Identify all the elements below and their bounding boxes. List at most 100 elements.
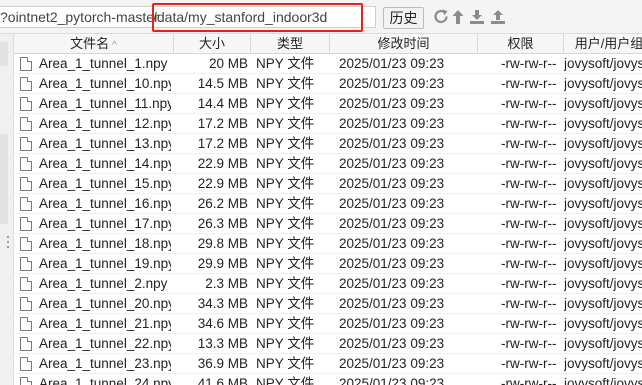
refresh-icon[interactable] [432,8,450,26]
panel-resize-grip[interactable] [6,236,10,252]
table-row[interactable]: Area_1_tunnel_16.npy 26.2 MB NPY 文件 2025… [14,194,642,214]
file-type: NPY 文件 [256,176,315,191]
table-row[interactable]: Area_1_tunnel_20.npy 34.3 MB NPY 文件 2025… [14,294,642,314]
history-button[interactable]: 历史 [383,7,424,29]
file-type: NPY 文件 [256,296,315,311]
file-icon [20,137,32,151]
file-owner: jovysoft/jovysoft [564,136,642,151]
table-row[interactable]: Area_1_tunnel_13.npy 17.2 MB NPY 文件 2025… [14,134,642,154]
file-size: 36.9 MB [197,356,248,371]
column-header-permissions[interactable]: 权限 [478,34,564,54]
file-size: 22.9 MB [197,156,248,171]
download-tray-icon[interactable] [468,8,486,26]
file-size: 34.3 MB [197,296,248,311]
path-prefix-text: ?ointnet2_pytorch-master [0,9,159,25]
file-modified: 2025/01/23 09:23 [339,316,445,331]
file-owner: jovysoft/jovysoft [564,156,642,171]
file-modified: 2025/01/23 09:23 [339,76,445,91]
file-size: 20 MB [208,56,248,71]
file-table: 文件名 ^ 大小 类型 修改时间 权限 用户/用户组 Area_1_tunnel_… [14,34,642,385]
file-size: 29.9 MB [197,256,248,271]
file-owner: jovysoft/jovysoft [564,336,642,351]
table-row[interactable]: Area_1_tunnel_17.npy 26.3 MB NPY 文件 2025… [14,214,642,234]
column-header-modified[interactable]: 修改时间 [330,34,478,54]
file-icon [20,317,32,331]
file-name: Area_1_tunnel_2.npy [39,276,168,291]
file-owner: jovysoft/jovysoft [564,76,642,91]
file-icon [20,117,32,131]
file-type: NPY 文件 [256,76,315,91]
file-modified: 2025/01/23 09:23 [339,96,445,111]
file-name: Area_1_tunnel_21.npy [39,316,171,331]
file-modified: 2025/01/23 09:23 [339,216,445,231]
table-row[interactable]: Area_1_tunnel_14.npy 22.9 MB NPY 文件 2025… [14,154,642,174]
file-modified: 2025/01/23 09:23 [339,336,445,351]
file-type: NPY 文件 [256,256,315,271]
file-type: NPY 文件 [256,356,315,371]
file-size: 17.2 MB [197,116,248,131]
file-icon [20,197,32,211]
file-icon [20,217,32,231]
file-name: Area_1_tunnel_19.npy [39,256,171,271]
file-modified: 2025/01/23 09:23 [339,156,445,171]
file-name: Area_1_tunnel_10.npy [39,76,171,91]
file-name: Area_1_tunnel_11.npy [39,96,171,111]
file-owner: jovysoft/jovysoft [564,356,642,371]
file-owner: jovysoft/jovysoft [564,316,642,331]
table-row[interactable]: Area_1_tunnel_2.npy 2.3 MB NPY 文件 2025/0… [14,274,642,294]
panel-edge-segment [0,134,8,224]
file-size: 17.2 MB [197,136,248,151]
file-owner: jovysoft/jovysoft [564,116,642,131]
table-row[interactable]: Area_1_tunnel_15.npy 22.9 MB NPY 文件 2025… [14,174,642,194]
file-size: 14.5 MB [197,76,248,91]
file-modified: 2025/01/23 09:23 [339,116,445,131]
column-header-type[interactable]: 类型 [251,34,330,54]
file-modified: 2025/01/23 09:23 [339,176,445,191]
file-modified: 2025/01/23 09:23 [339,376,445,385]
path-highlight-annotation [152,3,363,32]
file-modified: 2025/01/23 09:23 [339,296,445,311]
column-header-owner[interactable]: 用户/用户组 [564,34,642,54]
table-row[interactable]: Area_1_tunnel_1.npy 20 MB NPY 文件 2025/01… [14,54,642,74]
file-modified: 2025/01/23 09:23 [339,196,445,211]
table-row[interactable]: Area_1_tunnel_23.npy 36.9 MB NPY 文件 2025… [14,354,642,374]
table-row[interactable]: Area_1_tunnel_19.npy 29.9 MB NPY 文件 2025… [14,254,642,274]
file-modified: 2025/01/23 09:23 [339,236,445,251]
file-icon [20,297,32,311]
file-icon [20,177,32,191]
file-name: Area_1_tunnel_22.npy [39,336,171,351]
file-name: Area_1_tunnel_16.npy [39,196,171,211]
column-header-name[interactable]: 文件名 ^ [14,34,174,54]
column-header-size[interactable]: 大小 [174,34,251,54]
file-size: 34.6 MB [197,316,248,331]
file-name: Area_1_tunnel_12.npy [39,116,171,131]
upload-arrow-icon[interactable] [451,8,465,26]
file-type: NPY 文件 [256,136,315,151]
file-name: Area_1_tunnel_20.npy [39,296,171,311]
file-name: Area_1_tunnel_23.npy [39,356,171,371]
file-icon [20,237,32,251]
file-modified: 2025/01/23 09:23 [339,136,445,151]
file-owner: jovysoft/jovysoft [564,256,642,271]
table-row[interactable]: Area_1_tunnel_18.npy 29.8 MB NPY 文件 2025… [14,234,642,254]
file-name: Area_1_tunnel_24.npy [39,376,171,385]
file-size: 29.8 MB [197,236,248,251]
file-owner: jovysoft/jovysoft [564,276,642,291]
file-type: NPY 文件 [256,276,315,291]
file-type: NPY 文件 [256,196,315,211]
file-name: Area_1_tunnel_17.npy [39,216,171,231]
table-row[interactable]: Area_1_tunnel_24.npy 41.6 MB NPY 文件 2025… [14,374,642,385]
upload-tray-icon[interactable] [489,8,507,26]
table-row[interactable]: Area_1_tunnel_21.npy 34.6 MB NPY 文件 2025… [14,314,642,334]
table-row[interactable]: Area_1_tunnel_10.npy 14.5 MB NPY 文件 2025… [14,74,642,94]
file-owner: jovysoft/jovysoft [564,56,642,71]
file-type: NPY 文件 [256,216,315,231]
file-name: Area_1_tunnel_18.npy [39,236,171,251]
table-row[interactable]: Area_1_tunnel_11.npy 14.4 MB NPY 文件 2025… [14,94,642,114]
table-row[interactable]: Area_1_tunnel_22.npy 13.3 MB NPY 文件 2025… [14,334,642,354]
file-modified: 2025/01/23 09:23 [339,256,445,271]
file-icon [20,97,32,111]
file-icon [20,337,32,351]
file-owner: jovysoft/jovysoft [564,96,642,111]
table-row[interactable]: Area_1_tunnel_12.npy 17.2 MB NPY 文件 2025… [14,114,642,134]
